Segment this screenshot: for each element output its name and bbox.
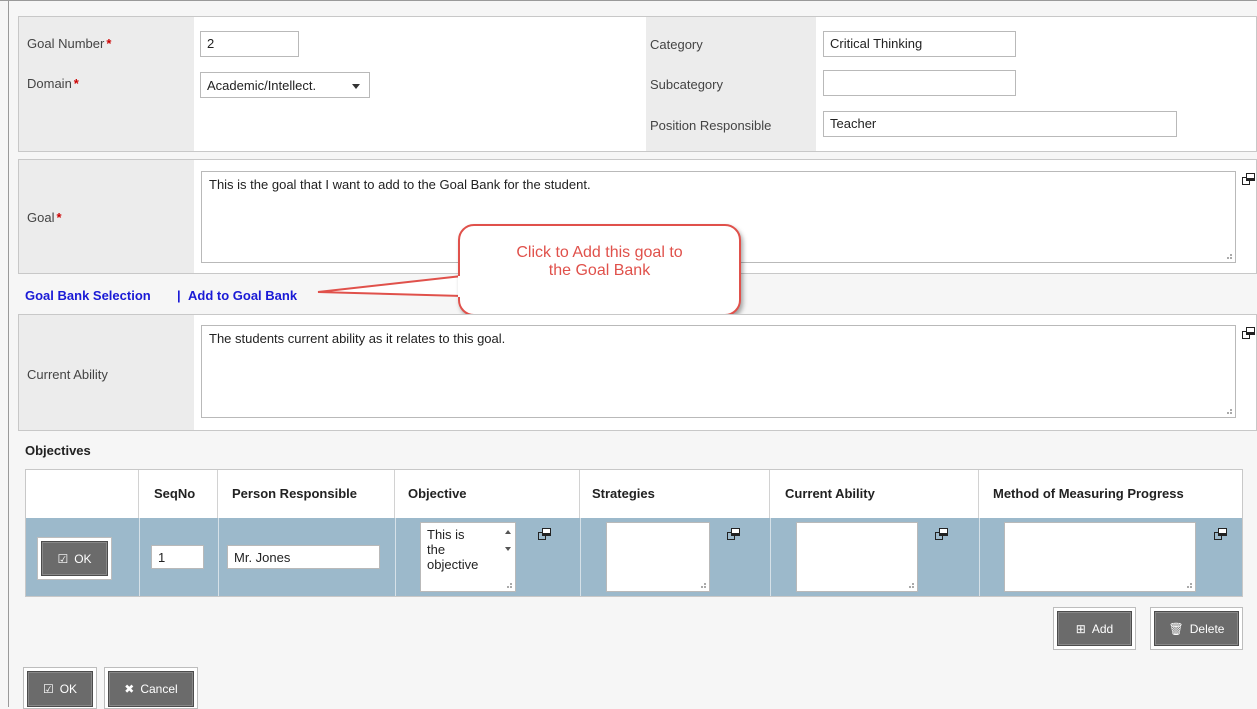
trash-icon: 🗑: [1168, 621, 1184, 636]
chevron-down-icon: [352, 84, 360, 89]
position-responsible-input[interactable]: Teacher: [823, 111, 1177, 137]
frame-top-border: [0, 0, 1257, 1]
scroll-up-icon[interactable]: [505, 530, 511, 534]
column-header-strategies: Strategies: [580, 470, 770, 518]
row-ok-button[interactable]: ☑ OK: [41, 541, 108, 576]
position-responsible-label: Position Responsible: [650, 118, 772, 133]
subcategory-label: Subcategory: [650, 77, 723, 92]
current-ability-text: The students current ability as it relat…: [209, 331, 506, 346]
callout-pointer: [317, 274, 463, 298]
close-icon: ✖: [124, 682, 135, 696]
goal-bank-selection-link[interactable]: Goal Bank Selection: [25, 288, 151, 303]
add-label: Add: [1091, 621, 1114, 636]
subcategory-input[interactable]: [823, 70, 1016, 96]
column-header-seqno: SeqNo: [139, 470, 218, 518]
frame-left-border: [8, 0, 9, 707]
delete-label: Delete: [1189, 621, 1225, 636]
objective-textarea[interactable]: This is the objective: [420, 522, 516, 592]
footer-cancel-button[interactable]: ✖ Cancel: [108, 671, 194, 707]
expand-window-icon[interactable]: [1242, 327, 1256, 341]
annotation-callout: Click to Add this goal to the Goal Bank: [458, 224, 741, 316]
delete-button[interactable]: 🗑 Delete: [1154, 611, 1239, 646]
expand-window-icon[interactable]: [1214, 528, 1228, 542]
method-textarea[interactable]: [1004, 522, 1196, 592]
add-button[interactable]: ⊞ Add: [1057, 611, 1132, 646]
link-separator: |: [177, 288, 181, 303]
add-to-goal-bank-link[interactable]: Add to Goal Bank: [188, 288, 297, 303]
category-input[interactable]: Critical Thinking: [823, 31, 1016, 57]
domain-select[interactable]: Academic/Intellect.: [200, 72, 370, 98]
expand-window-icon[interactable]: [538, 528, 552, 542]
resize-grip-icon[interactable]: [908, 582, 914, 588]
row-divider: [395, 518, 396, 596]
resize-grip-icon[interactable]: [1226, 253, 1232, 259]
seqno-input[interactable]: 1: [151, 545, 204, 569]
checkbox-check-icon: ☑: [57, 551, 69, 566]
column-header-method-of-measuring-progress: Method of Measuring Progress: [993, 486, 1184, 501]
row-divider: [139, 518, 140, 596]
goal-label: Goal *: [27, 210, 62, 225]
resize-grip-icon[interactable]: [1226, 408, 1232, 414]
row-divider: [770, 518, 771, 596]
checkbox-check-icon: ☑: [42, 682, 54, 696]
domain-select-value: Academic/Intellect.: [207, 78, 317, 93]
scroll-down-icon[interactable]: [505, 547, 511, 551]
current-ability-label: Current Ability: [27, 367, 108, 382]
objective-scrollbar[interactable]: [503, 527, 513, 577]
column-header-person-responsible: Person Responsible: [218, 470, 395, 518]
category-label: Category: [650, 37, 703, 52]
column-header-objective: Objective: [395, 470, 580, 518]
person-responsible-input[interactable]: Mr. Jones: [227, 545, 380, 569]
row-divider: [979, 518, 980, 596]
strategies-textarea[interactable]: [606, 522, 710, 592]
resize-grip-icon[interactable]: [506, 582, 512, 588]
callout-line-1: Click to Add this goal to: [516, 244, 683, 261]
row-divider: [218, 518, 219, 596]
row-ok-label: OK: [74, 551, 92, 566]
plus-square-icon: ⊞: [1075, 621, 1086, 636]
expand-window-icon[interactable]: [1242, 173, 1256, 187]
resize-grip-icon[interactable]: [700, 582, 706, 588]
row-divider: [580, 518, 581, 596]
current-ability-textarea[interactable]: The students current ability as it relat…: [201, 325, 1236, 418]
goal-number-label: Goal Number *: [27, 36, 112, 51]
objective-line-1: This is: [427, 527, 465, 542]
footer-cancel-label: Cancel: [140, 682, 178, 696]
callout-pointer-seam: [458, 276, 462, 297]
expand-window-icon[interactable]: [935, 528, 949, 542]
expand-window-icon[interactable]: [727, 528, 741, 542]
objective-line-3: objective: [427, 557, 479, 572]
current-ability-row-textarea[interactable]: [796, 522, 918, 592]
goal-text: This is the goal that I want to add to t…: [209, 177, 591, 192]
footer-ok-label: OK: [59, 682, 78, 696]
domain-label: Domain *: [27, 76, 79, 91]
callout-line-2: the Goal Bank: [548, 262, 651, 279]
column-header-current-ability: Current Ability: [770, 470, 979, 518]
column-header-actions: [26, 470, 139, 518]
objective-line-2: the: [427, 542, 446, 557]
goal-number-input[interactable]: 2: [200, 31, 299, 57]
footer-ok-button[interactable]: ☑ OK: [27, 671, 93, 707]
objectives-title: Objectives: [25, 443, 91, 458]
resize-grip-icon[interactable]: [1186, 582, 1192, 588]
